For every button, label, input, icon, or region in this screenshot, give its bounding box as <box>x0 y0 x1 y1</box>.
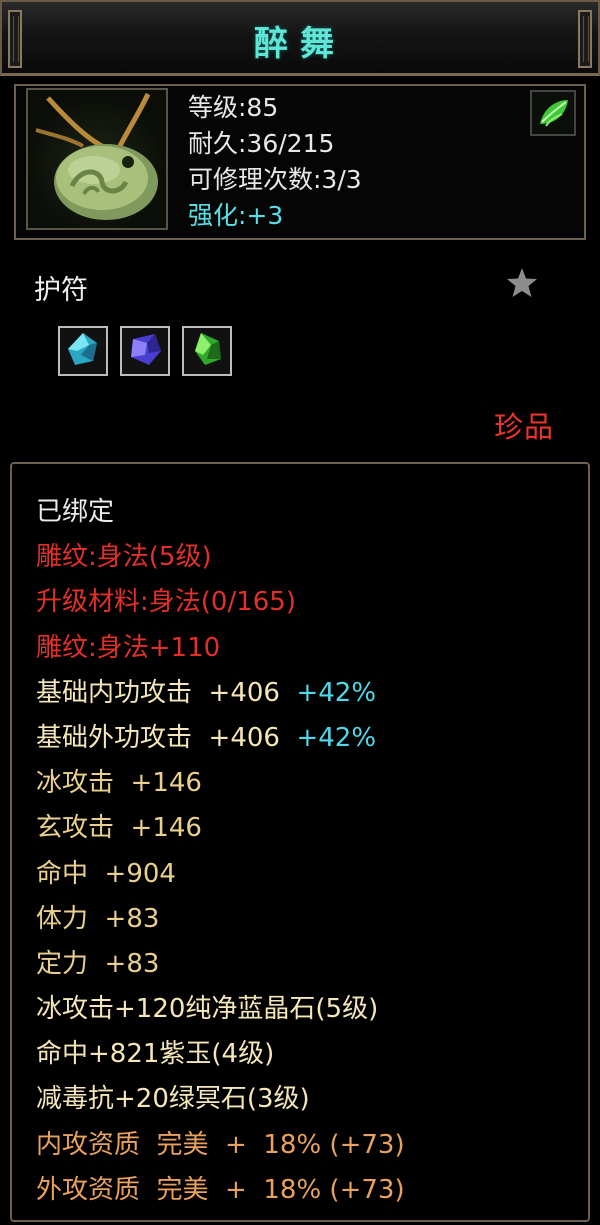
attribute-line: 雕纹:身法(5级) <box>36 535 405 580</box>
attribute-segment: 外攻资质 完美 + 18% (+73) <box>36 1174 405 1205</box>
attribute-line: 基础内功攻击 +406 +42% <box>36 671 405 716</box>
gem-slot-3[interactable] <box>182 326 232 376</box>
attribute-segment: 命中 +904 <box>36 858 176 889</box>
attribute-list: 已绑定雕纹:身法(5级) 升级材料:身法(0/165) 雕纹:身法+110 基础内功攻… <box>36 490 405 1213</box>
purple-gem-icon <box>125 329 165 373</box>
attribute-line: 玄攻击 +146 <box>36 806 405 851</box>
attribute-line: 冰攻击+120纯净蓝晶石(5级) <box>36 987 405 1032</box>
stat-durability: 耐久:36/215 <box>188 129 335 158</box>
attribute-line: 升级材料:身法(0/165) <box>36 580 405 625</box>
attribute-segment: +42% <box>296 677 377 708</box>
attribute-line: 减毒抗+20绿冥石(3级) <box>36 1077 405 1122</box>
item-tooltip: 醉舞 等级:85 耐久:36/215 可修理次数:3/3 强化:+3 护符 珍品… <box>0 0 600 1225</box>
gem-slot-2[interactable] <box>120 326 170 376</box>
item-header: 等级:85 耐久:36/215 可修理次数:3/3 强化:+3 <box>14 84 586 240</box>
attribute-line: 冰攻击 +146 <box>36 761 405 806</box>
attribute-line: 已绑定 <box>36 490 405 535</box>
item-stats: 等级:85 耐久:36/215 可修理次数:3/3 强化:+3 <box>188 90 362 234</box>
attribute-line: 命中 +904 <box>36 852 405 897</box>
attribute-segment: 内攻资质 完美 + 18% (+73) <box>36 1129 405 1160</box>
attribute-segment: 冰攻击 +146 <box>36 768 202 799</box>
stat-enhance: 强化:+3 <box>188 201 284 230</box>
attribute-segment: 命中+821紫玉(4级) <box>36 1039 275 1070</box>
attribute-line: 雕纹:身法+110 <box>36 626 405 671</box>
attribute-segment: 减毒抗+20绿冥石(3级) <box>36 1084 310 1115</box>
title-bar: 醉舞 <box>0 0 600 76</box>
blue-gem-icon <box>63 329 103 373</box>
attribute-segment: 已绑定 <box>36 497 115 527</box>
star-icon[interactable] <box>505 266 539 300</box>
attribute-segment: 雕纹:身法+110 <box>36 632 221 663</box>
item-type: 护符 <box>34 275 88 306</box>
attribute-segment: 定力 +83 <box>36 948 160 979</box>
attribute-line: 定力 +83 <box>36 942 405 987</box>
attribute-line: 外攻资质 完美 + 18% (+73) <box>36 1168 405 1213</box>
title-right-ornament <box>578 10 592 68</box>
attribute-segment: 雕纹:身法(5级) <box>36 542 212 573</box>
attribute-segment: 冰攻击+120纯净蓝晶石(5级) <box>36 994 379 1025</box>
stat-repair-count: 可修理次数:3/3 <box>188 165 362 194</box>
jade-pendant-icon <box>26 88 168 230</box>
stat-level: 等级:85 <box>188 93 279 122</box>
item-name: 醉舞 <box>254 24 346 64</box>
attribute-line: 内攻资质 完美 + 18% (+73) <box>36 1123 405 1168</box>
rarity-label: 珍品 <box>493 410 554 444</box>
attribute-segment: +42% <box>296 722 377 753</box>
attribute-line: 体力 +83 <box>36 897 405 942</box>
attribute-line: 基础外功攻击 +406 +42% <box>36 716 405 761</box>
attribute-panel: 已绑定雕纹:身法(5级) 升级材料:身法(0/165) 雕纹:身法+110 基础内功攻… <box>10 462 590 1222</box>
attribute-line: 命中+821紫玉(4级) <box>36 1032 405 1077</box>
green-gem-icon <box>187 329 227 373</box>
attribute-segment: 玄攻击 +146 <box>36 813 202 844</box>
attribute-segment: 升级材料:身法(0/165) <box>36 587 296 618</box>
green-leaf-icon <box>530 90 576 136</box>
gem-slot-1[interactable] <box>58 326 108 376</box>
attribute-segment: 基础内功攻击 +406 <box>36 677 297 708</box>
attribute-segment: 基础外功攻击 +406 <box>36 722 297 753</box>
attribute-segment: 体力 +83 <box>36 903 160 934</box>
